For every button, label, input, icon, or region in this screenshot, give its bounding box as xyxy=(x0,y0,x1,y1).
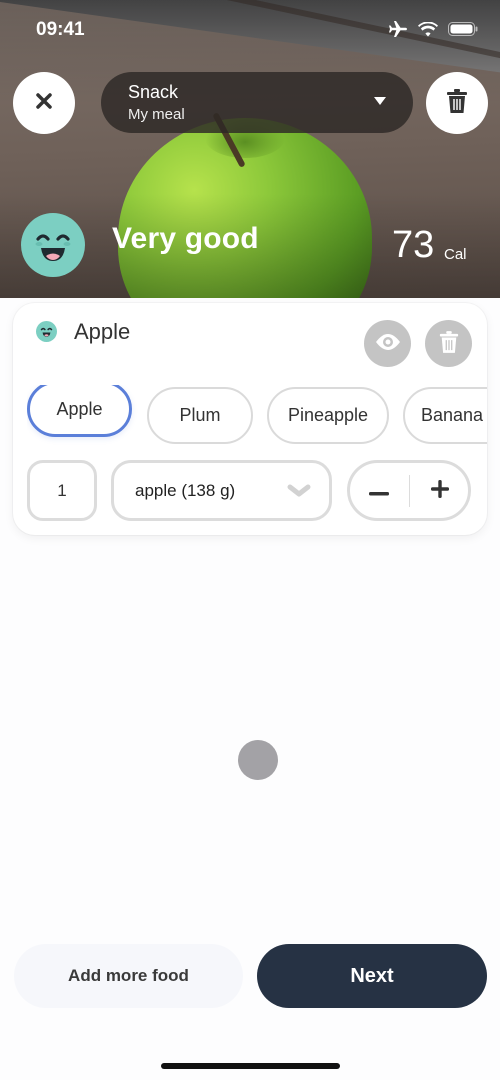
airplane-icon xyxy=(388,20,408,38)
status-time: 09:41 xyxy=(36,19,85,40)
suggestion-chip-pineapple[interactable]: Pineapple xyxy=(267,387,389,444)
plus-icon xyxy=(431,479,449,502)
home-indicator[interactable] xyxy=(161,1063,340,1069)
wifi-icon xyxy=(418,21,438,37)
minus-icon xyxy=(369,481,389,500)
increment-button[interactable] xyxy=(411,463,469,518)
quantity-stepper xyxy=(347,460,471,521)
happy-face-icon xyxy=(21,213,85,277)
calories-value: 73 xyxy=(392,224,435,266)
meal-type-dropdown[interactable]: Snack My meal xyxy=(101,72,413,133)
food-item-card: Apple Apple Plum Pineapple Banana 1 appl… xyxy=(13,303,487,535)
suggestion-chip-apple[interactable]: Apple xyxy=(27,385,132,437)
serving-unit-dropdown[interactable]: apple (138 g) xyxy=(111,460,332,521)
trash-icon xyxy=(439,330,459,358)
close-icon xyxy=(35,92,53,114)
decrement-button[interactable] xyxy=(350,463,408,518)
quantity-input[interactable]: 1 xyxy=(27,460,97,521)
suggestion-chip-plum[interactable]: Plum xyxy=(147,387,253,444)
suggestion-chip-banana[interactable]: Banana xyxy=(403,387,487,444)
close-button[interactable] xyxy=(13,72,75,134)
status-bar: 09:41 xyxy=(0,0,500,60)
add-more-food-button[interactable]: Add more food xyxy=(14,944,243,1008)
rating-label: Very good xyxy=(112,222,259,255)
caret-down-icon xyxy=(374,97,386,105)
calories-unit: Cal xyxy=(444,246,467,263)
eye-icon xyxy=(375,333,401,355)
battery-icon xyxy=(448,22,478,36)
happy-face-icon xyxy=(36,321,57,342)
food-suggestions: Apple Plum Pineapple Banana xyxy=(27,385,487,447)
chevron-down-icon xyxy=(287,483,311,502)
view-food-button[interactable] xyxy=(364,320,411,367)
delete-meal-button[interactable] xyxy=(426,72,488,134)
touch-indicator xyxy=(238,740,278,780)
meal-type-label: Snack xyxy=(128,82,179,102)
serving-unit-label: apple (138 g) xyxy=(135,481,236,500)
delete-food-button[interactable] xyxy=(425,320,472,367)
meal-review-screen: 09:41 Snack My meal Very good 73 Cal App… xyxy=(0,0,500,1080)
meal-name-label: My meal xyxy=(128,106,185,123)
food-name: Apple xyxy=(74,319,131,344)
trash-icon xyxy=(446,88,468,118)
next-button[interactable]: Next xyxy=(257,944,487,1008)
